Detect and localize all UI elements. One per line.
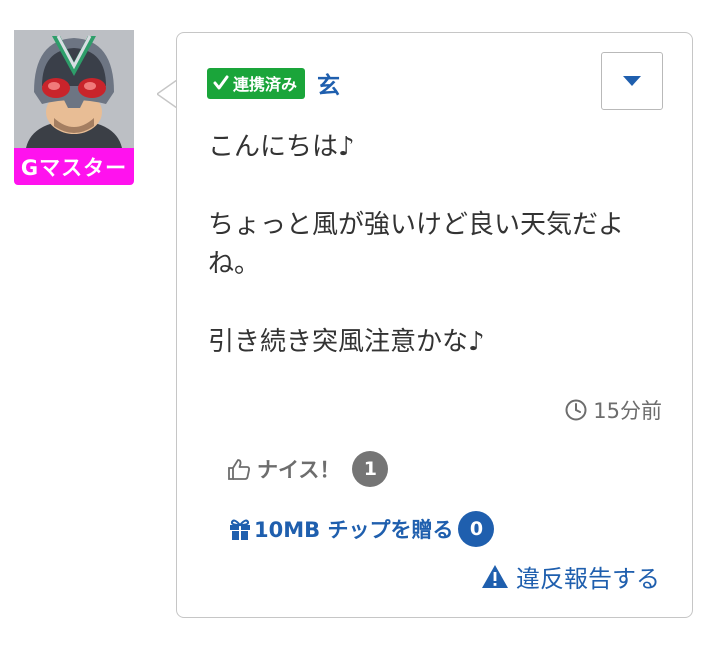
author-row: 連携済み 玄 [207,66,340,100]
linked-label: 連携済み [233,75,298,94]
message-line: こんにちは♪ [208,132,355,162]
report-label: 違反報告する [516,565,660,593]
rank-badge: Gマスター [14,148,134,185]
avatar-image [14,30,134,148]
nice-label: ナイス！ [257,458,341,482]
message-body: こんにちは♪ ちょっと風が強いけど良い天気だよね。 引き続き突風注意かな♪ [208,128,668,362]
thumbs-up-icon [228,459,250,480]
username-link[interactable]: 玄 [317,66,340,100]
gift-icon [230,519,250,540]
message-line: 引き続き突風注意かな♪ [208,327,485,357]
check-icon [213,75,229,90]
warning-icon [482,565,508,588]
gift-count: 0 [458,511,495,547]
bubble-tail [157,80,177,108]
report-link[interactable]: 違反報告する [481,559,660,594]
gift-label: 10MB チップを贈る [254,518,454,542]
nice-button[interactable]: ナイス！ 1 [227,451,389,487]
time-label: 15分前 [593,399,662,423]
nice-count: 1 [352,451,389,487]
post-time: 15分前 [565,395,662,425]
linked-badge: 連携済み [207,67,306,99]
avatar[interactable] [14,30,134,148]
message-line: ちょっと風が強いけど良い天気だよね。 [208,210,625,279]
clock-icon [565,399,587,421]
post-menu-button[interactable] [601,52,663,110]
post-card: Gマスター 連携済み 玄 こんにちは♪ ちょっと風が強いけど良い天気だよね。 引… [0,0,713,657]
chevron-down-icon [623,76,641,86]
gift-chip-button[interactable]: 10MB チップを贈る 0 [228,511,495,547]
message-bubble: 連携済み 玄 こんにちは♪ ちょっと風が強いけど良い天気だよね。 引き続き突風注… [176,32,693,618]
